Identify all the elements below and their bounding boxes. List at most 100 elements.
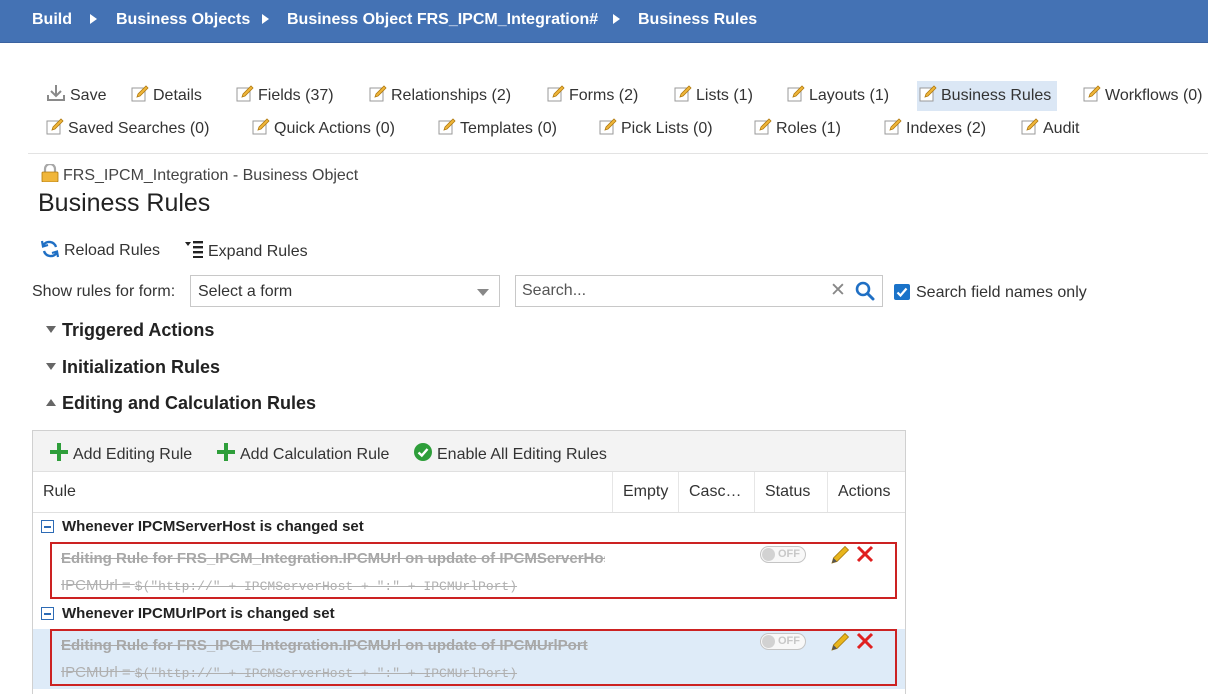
tab-forms-label: Forms (2) <box>569 87 639 104</box>
search-icon[interactable] <box>855 281 875 306</box>
collapse-minus-icon[interactable] <box>41 520 54 533</box>
add-calculation-rule-label: Add Calculation Rule <box>240 446 390 463</box>
tab-business-rules[interactable]: Business Rules <box>917 81 1058 113</box>
tab-audit-label: Audit <box>1043 120 1080 137</box>
breadcrumb-business-objects[interactable]: Business Objects <box>116 11 250 29</box>
tab-lists-label: Lists (1) <box>696 87 753 104</box>
pencil-icon <box>438 117 456 145</box>
enable-all-editing-rules-button[interactable]: Enable All Editing Rules <box>413 442 607 467</box>
section-editing-title: Editing and Calculation Rules <box>62 393 317 413</box>
pencil-icon <box>547 84 565 112</box>
tab-business-rules-label: Business Rules <box>941 87 1052 104</box>
rule-expression-lhs: IPCMUrl = <box>61 577 135 594</box>
tab-templates[interactable]: Templates (0) <box>436 115 563 143</box>
tab-audit[interactable]: Audit <box>1019 115 1085 143</box>
tab-roles[interactable]: Roles (1) <box>752 115 847 143</box>
pencil-icon <box>1083 84 1101 112</box>
search-input[interactable] <box>522 281 822 301</box>
tab-layouts[interactable]: Layouts (1) <box>785 82 895 110</box>
column-status[interactable]: Status <box>754 472 827 512</box>
expand-rules-label: Expand Rules <box>208 243 308 260</box>
status-toggle[interactable]: OFF <box>760 546 806 563</box>
breadcrumb-separator-icon <box>613 14 620 24</box>
pencil-icon <box>369 84 387 112</box>
status-toggle-label: OFF <box>778 635 800 647</box>
pencil-icon <box>674 84 692 112</box>
pencil-icon <box>1021 117 1039 145</box>
pencil-icon <box>919 83 937 113</box>
pencil-icon <box>787 84 805 112</box>
tab-layouts-label: Layouts (1) <box>809 87 890 104</box>
toggle-knob <box>762 548 775 561</box>
edit-pencil-icon[interactable] <box>829 631 851 658</box>
pencil-icon <box>884 117 902 145</box>
tab-quick-actions[interactable]: Quick Actions (0) <box>250 115 401 143</box>
plus-icon <box>49 442 69 467</box>
table-row[interactable]: Editing Rule for FRS_IPCM_Integration.IP… <box>33 629 905 689</box>
column-empty[interactable]: Empty <box>612 472 678 512</box>
section-triggered-title: Triggered Actions <box>62 320 215 340</box>
breadcrumb-separator-icon <box>262 14 269 24</box>
tab-workflows[interactable]: Workflows (0) <box>1081 82 1203 110</box>
add-calculation-rule-button[interactable]: Add Calculation Rule <box>216 442 389 467</box>
expand-list-icon <box>184 240 204 263</box>
show-rules-label: Show rules for form: <box>32 283 176 300</box>
section-triggered-actions[interactable]: Triggered Actions <box>46 320 214 341</box>
rule-group-header: Whenever IPCMServerHost is changed set <box>33 514 905 540</box>
tab-fields-label: Fields (37) <box>258 87 334 104</box>
delete-icon[interactable] <box>855 631 875 656</box>
rule-expression-lhs: IPCMUrl = <box>61 664 135 681</box>
refresh-icon <box>40 240 60 263</box>
reload-rules-button[interactable]: Reload Rules <box>40 240 160 263</box>
rule-expression: IPCMUrl = $("http://" + IPCMServerHost +… <box>61 664 605 681</box>
rule-title: Editing Rule for FRS_IPCM_Integration.IP… <box>61 550 605 567</box>
tab-details[interactable]: Details <box>129 82 208 110</box>
section-editing-rules[interactable]: Editing and Calculation Rules <box>46 393 316 414</box>
status-toggle[interactable]: OFF <box>760 633 806 650</box>
form-select[interactable]: Select a form <box>190 275 500 307</box>
table-row[interactable]: Editing Rule for FRS_IPCM_Integration.IP… <box>33 542 905 602</box>
clear-icon[interactable]: ✕ <box>830 281 846 301</box>
rules-table-header: Rule Empty Casc… Status Actions <box>33 472 905 513</box>
tab-pick-lists[interactable]: Pick Lists (0) <box>597 115 719 143</box>
tab-saved-searches[interactable]: Saved Searches (0) <box>44 115 215 143</box>
form-select-value: Select a form <box>198 283 293 300</box>
add-editing-rule-button[interactable]: Add Editing Rule <box>49 442 192 467</box>
breadcrumb-business-object[interactable]: Business Object FRS_IPCM_Integration# <box>287 11 598 29</box>
expand-rules-button[interactable]: Expand Rules <box>184 240 308 263</box>
save-button[interactable]: Save <box>44 82 112 110</box>
rule-expression-rhs: $("http://" + IPCMServerHost + ":" + IPC… <box>134 666 518 681</box>
tab-indexes[interactable]: Indexes (2) <box>882 115 992 143</box>
tab-lists[interactable]: Lists (1) <box>672 82 759 110</box>
tab-fields[interactable]: Fields (37) <box>234 82 340 110</box>
tab-forms[interactable]: Forms (2) <box>545 82 644 110</box>
enable-all-editing-rules-label: Enable All Editing Rules <box>437 446 607 463</box>
column-cascade[interactable]: Casc… <box>678 472 754 512</box>
rule-group-title: Whenever IPCMServerHost is changed set <box>62 518 364 535</box>
breadcrumb-build[interactable]: Build <box>32 11 72 29</box>
delete-icon[interactable] <box>855 544 875 569</box>
section-initialization-rules[interactable]: Initialization Rules <box>46 357 220 378</box>
page-title: Business Rules <box>38 189 211 217</box>
rule-expression-rhs: $("http://" + IPCMServerHost + ":" + IPC… <box>134 579 518 594</box>
collapse-minus-icon[interactable] <box>41 607 54 620</box>
rule-title: Editing Rule for FRS_IPCM_Integration.IP… <box>61 637 588 654</box>
breadcrumb-business-rules: Business Rules <box>638 11 758 28</box>
tab-indexes-label: Indexes (2) <box>906 120 987 137</box>
tab-relationships[interactable]: Relationships (2) <box>367 82 517 110</box>
chevron-down-icon <box>477 289 489 296</box>
lock-icon <box>40 162 60 187</box>
breadcrumb-separator-icon <box>90 14 97 24</box>
tab-relationships-label: Relationships (2) <box>391 87 512 104</box>
search-field-names-checkbox[interactable] <box>894 284 910 300</box>
search-box <box>515 275 883 307</box>
column-rule[interactable]: Rule <box>33 472 613 512</box>
tab-workflows-label: Workflows (0) <box>1105 87 1203 104</box>
rule-group-title: Whenever IPCMUrlPort is changed set <box>62 605 335 622</box>
column-actions[interactable]: Actions <box>827 472 905 512</box>
tab-roles-label: Roles (1) <box>776 120 841 137</box>
toolbar-divider <box>28 153 1208 154</box>
object-line: FRS_IPCM_Integration - Business Object <box>40 162 358 187</box>
edit-pencil-icon[interactable] <box>829 544 851 571</box>
pencil-icon <box>46 117 64 145</box>
